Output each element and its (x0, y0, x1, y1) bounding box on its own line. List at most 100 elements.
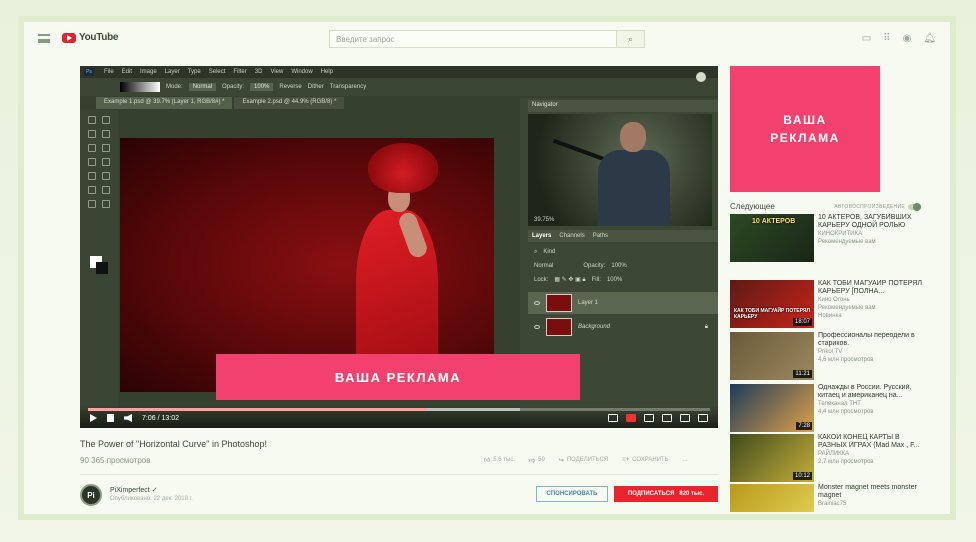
autoplay-icon[interactable] (608, 414, 618, 422)
next-icon[interactable] (107, 414, 114, 422)
lock-icons: ▦ ✎ ✥ ▣ 🔒︎ (554, 277, 586, 283)
like-button[interactable]: 👍︎ 5,6 тыс. (484, 456, 515, 464)
share-label: ПОДЕЛИТЬСЯ (566, 457, 609, 463)
recommended-channel[interactable]: РАЙЛИККА (818, 451, 849, 457)
ps-menu-item: View (270, 69, 284, 75)
recommended-channel[interactable]: КИНОКРИТИКА (818, 231, 862, 237)
upload-icon[interactable]: ▭ (862, 33, 871, 44)
volume-icon[interactable] (124, 414, 132, 422)
photoshop-options-bar: Mode: Normal Opacity: 100% Reverse Dithe… (80, 78, 718, 96)
recommended-title[interactable]: КАК ТОБИ МАГУАЙР ПОТЕРЯЛ КАРЬЕРУ [ПОЛНА.… (818, 280, 928, 296)
new-badge: Новинка (818, 313, 842, 319)
recommended-title[interactable]: Профессионалы переодели в стариков. (818, 332, 928, 348)
youtube-logo[interactable]: YouTube (62, 32, 119, 43)
video-thumbnail[interactable]: 10:12 (730, 434, 814, 482)
channel-name-text: PiXimperfect (110, 487, 150, 494)
photoshop-doc-tabs: Example 1.psd @ 39.7% (Layer 1, RGB/8#) … (96, 97, 516, 109)
sidebar-ad[interactable]: ВАША РЕКЛАМА (730, 66, 880, 192)
brush-tool-icon (88, 158, 96, 166)
channel-avatar[interactable]: Pi (80, 484, 102, 506)
recommended-title[interactable]: КАКОЙ КОНЕЦ КАРТЫ В РАЗНЫХ ИГРАХ (Mad Ma… (818, 434, 928, 450)
apps-icon[interactable]: ⠿ (883, 33, 890, 44)
recommended-video[interactable]: 10:12 КАКОЙ КОНЕЦ КАРТЫ В РАЗНЫХ ИГРАХ (… (730, 434, 930, 484)
video-thumbnail[interactable]: 7:28 (730, 384, 814, 432)
thumbs-down-icon: 👎︎ (529, 458, 536, 464)
subscribe-button[interactable]: ПОДПИСАТЬСЯ 820 тыс. (614, 486, 718, 502)
view-count: 90 365 просмотров (80, 456, 151, 465)
theater-icon[interactable] (680, 414, 690, 422)
recommended-channel[interactable]: Prikol TV (818, 349, 842, 355)
video-player[interactable]: Ps File Edit Image Layer Type Select Fil… (80, 66, 718, 428)
ps-menu-item: Image (140, 69, 157, 75)
layers-panel-tabs: Layers Channels Paths (528, 230, 718, 242)
subtitles-icon[interactable] (626, 414, 636, 422)
fullscreen-icon[interactable] (698, 414, 708, 422)
ps-menu-item: Layer (164, 69, 180, 75)
progress-bar[interactable] (88, 408, 710, 411)
ps-reverse-option: Reverse (279, 84, 302, 90)
more-actions-button[interactable]: ... (683, 457, 688, 463)
divider (80, 474, 718, 475)
recommended-meta: Рекомендуемые вам (818, 239, 876, 245)
recommended-video[interactable]: 11:21 Профессионалы переодели в стариков… (730, 332, 930, 382)
recommended-channel[interactable]: Телеканал ТНТ (818, 401, 861, 407)
hamburger-menu-icon[interactable] (38, 34, 50, 43)
layers-tab: Layers (532, 233, 552, 239)
video-thumbnail[interactable]: 10 АКТЕРОВ (730, 214, 814, 262)
recommended-video[interactable]: Monster magnet meets monster magnet Brai… (730, 484, 930, 512)
photoshop-menubar: Ps File Edit Image Layer Type Select Fil… (80, 66, 718, 78)
pen-tool-icon (88, 186, 96, 194)
recommended-title[interactable]: Однажды в России. Русский, китаец и амер… (818, 384, 928, 400)
rose-headpiece (368, 143, 438, 193)
play-icon[interactable] (90, 414, 97, 422)
recommended-video[interactable]: 7:28 Однажды в России. Русский, китаец и… (730, 384, 930, 434)
video-thumbnail[interactable]: 11:21 (730, 332, 814, 380)
sidebar-ad-line1: ВАША (783, 113, 827, 127)
video-thumbnail[interactable] (730, 484, 814, 512)
subscribe-label: ПОДПИСАТЬСЯ (627, 491, 675, 497)
webcam-overlay (528, 114, 712, 226)
notifications-icon[interactable]: 🔔︎ (923, 33, 936, 44)
settings-icon[interactable] (644, 414, 654, 422)
controls-left: 7:06 / 13:02 (90, 414, 179, 422)
save-button[interactable]: ≡+ СОХРАНИТЬ (622, 457, 668, 463)
autoplay-control[interactable]: АВТОВОСПРОИЗВЕДЕНИЕ (834, 202, 921, 211)
type-tool-icon (102, 186, 110, 194)
ps-menu-item: Help (320, 69, 334, 75)
sponsor-button[interactable]: СПОНСИРОВАТЬ (536, 486, 608, 502)
info-icon[interactable] (696, 72, 706, 82)
recommended-title[interactable]: Monster magnet meets monster magnet (818, 484, 928, 500)
ps-mode-label: Mode: (166, 84, 183, 90)
header-icons: ▭ ⠿ ◉ 🔔︎ (862, 33, 936, 44)
share-button[interactable]: ↪ ПОДЕЛИТЬСЯ (559, 457, 608, 464)
up-next-title: Следующее (730, 202, 775, 211)
progress-buffer (88, 408, 521, 411)
messages-icon[interactable]: ◉ (903, 33, 912, 44)
crop-tool-icon (88, 144, 96, 152)
save-label: СОХРАНИТЬ (632, 457, 669, 463)
fill-value: 100% (606, 277, 623, 283)
recommended-meta: 4,4 млн просмотров (818, 409, 874, 415)
photoshop-logo: Ps (84, 68, 94, 76)
player-controls: 7:06 / 13:02 (80, 406, 718, 428)
ps-opacity-value: 100% (250, 83, 274, 91)
ad-banner[interactable]: ВАША РЕКЛАМА (216, 354, 580, 400)
recommended-channel[interactable]: Кино Огонь (818, 297, 850, 303)
recommended-title[interactable]: 10 АКТЕРОВ, ЗАГУБИВШИХ КАРЬЕРУ ОДНОЙ РОЛ… (818, 214, 928, 230)
recommended-meta: Рекомендуемые вам (818, 305, 876, 311)
video-thumbnail[interactable]: КАК ТОБИ МАГУАЙР ПОТЕРЯЛ КАРЬЕРУ 18:07 (730, 280, 814, 328)
search-input[interactable]: Введите запрос (329, 30, 617, 48)
miniplayer-icon[interactable] (662, 414, 672, 422)
zoom-value: 39.75% (534, 217, 555, 223)
autoplay-toggle[interactable] (908, 202, 921, 211)
layer-opacity-label: Opacity: (583, 263, 606, 269)
video-duration: 18:07 (792, 318, 812, 326)
bg-color-swatch (96, 262, 108, 274)
recommended-video[interactable]: 10 АКТЕРОВ 10 АКТЕРОВ, ЗАГУБИВШИХ КАРЬЕР… (730, 214, 930, 264)
recommended-channel[interactable]: Brainiac75 (818, 501, 846, 507)
channel-name[interactable]: PiXimperfect ✓ (110, 486, 158, 494)
search-button[interactable]: ⌕ (617, 30, 645, 48)
recommended-video[interactable]: КАК ТОБИ МАГУАЙР ПОТЕРЯЛ КАРЬЕРУ 18:07 К… (730, 280, 930, 330)
gradient-tool-icon (102, 172, 110, 180)
dislike-button[interactable]: 👎︎ 59 (529, 456, 545, 464)
